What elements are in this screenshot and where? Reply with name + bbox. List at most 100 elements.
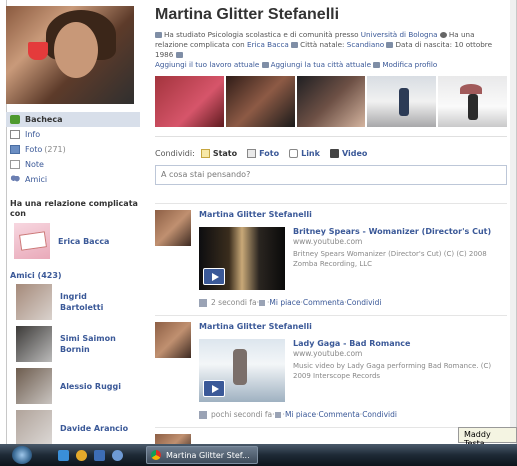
ie-icon[interactable] [58, 450, 69, 461]
friend-name[interactable]: Alessio Ruggi [60, 381, 130, 392]
tooltip: Maddy Testa [458, 427, 517, 448]
strip-photo[interactable] [438, 76, 507, 127]
add-work-link[interactable]: Aggiungi il tuo lavoro attuale [155, 60, 259, 69]
friend-name[interactable]: Davide Arancio [60, 423, 130, 434]
post-avatar[interactable] [155, 210, 191, 246]
link-icon [289, 148, 299, 158]
nav-item-info[interactable]: Info [6, 127, 140, 142]
windows-taskbar: Martina Glitter Stef... [0, 444, 517, 466]
friend-avatar[interactable] [16, 368, 52, 404]
main-column: Martina Glitter Stefanelli Ha studiato P… [155, 6, 507, 464]
strip-photo[interactable] [225, 76, 295, 127]
video-title[interactable]: Lady Gaga - Bad Romance [293, 339, 499, 348]
nav-item-bacheca[interactable]: Bacheca [6, 112, 140, 127]
task-label: Martina Glitter Stef... [166, 450, 250, 460]
photo-count: (271) [44, 145, 66, 154]
video-icon [329, 148, 339, 158]
desktop-icon[interactable] [94, 450, 105, 461]
relationship-title: Ha una relazione complicata con [10, 199, 138, 218]
privacy-icon[interactable] [259, 299, 265, 306]
comment-link[interactable]: Commenta [303, 298, 344, 307]
share-video-button[interactable]: Video [329, 148, 368, 158]
post-actions: 2 secondi fa · · Mi piace · Commenta · C… [199, 298, 499, 307]
city-icon [261, 62, 269, 68]
partner-link[interactable]: Erica Bacca [247, 40, 289, 49]
share-status-button[interactable]: Stato [200, 148, 237, 158]
comment-link[interactable]: Commenta [318, 410, 359, 419]
chrome-icon [151, 450, 161, 460]
share-link-button[interactable]: Link [289, 148, 320, 158]
video-thumbnail[interactable] [199, 227, 285, 290]
nav-item-amici[interactable]: Amici [6, 172, 140, 187]
post-author[interactable]: Martina Glitter Stefanelli [199, 322, 499, 331]
friend-name[interactable]: Simi Saimon Bornin [60, 333, 130, 355]
friend-item[interactable]: Ingrid Bartoletti [6, 282, 140, 322]
friends-icon [10, 175, 20, 184]
friends-title[interactable]: Amici (423) [6, 271, 140, 280]
relationship-avatar[interactable] [14, 223, 50, 259]
left-column: Bacheca Info Foto (271) Note Amici Ha un… [6, 6, 140, 448]
strip-photo[interactable] [155, 76, 224, 127]
nav-item-foto[interactable]: Foto (271) [6, 142, 140, 157]
friend-item[interactable]: Simi Saimon Bornin [6, 324, 140, 364]
video-description: Music video by Lady Gaga performing Bad … [293, 362, 492, 380]
post-avatar[interactable] [155, 322, 191, 358]
chrome-icon[interactable] [76, 450, 87, 461]
friend-item[interactable]: Alessio Ruggi [6, 366, 140, 406]
friend-name[interactable]: Ingrid Bartoletti [60, 291, 130, 313]
edit-profile-link[interactable]: Modifica profilo [382, 60, 437, 69]
nav-item-note[interactable]: Note [6, 157, 140, 172]
strip-photo[interactable] [367, 76, 437, 127]
play-icon[interactable] [203, 268, 225, 285]
play-icon[interactable] [203, 380, 225, 397]
video-url[interactable]: www.youtube.com [293, 349, 499, 358]
add-city-link[interactable]: Aggiungi la tua città attuale [271, 60, 371, 69]
start-button[interactable] [12, 446, 32, 464]
share-link[interactable]: Condividi [362, 410, 397, 419]
friend-avatar[interactable] [16, 284, 52, 320]
nav-label: Info [25, 130, 41, 139]
post-time[interactable]: 2 secondi fa [211, 298, 257, 307]
profile-picture[interactable] [6, 6, 134, 104]
share-bar: Condividi: Stato Foto Link Video [155, 136, 507, 161]
taskbar-window-button[interactable]: Martina Glitter Stef... [146, 446, 258, 464]
heart-icon [439, 32, 447, 38]
relationship-name[interactable]: Erica Bacca [58, 237, 109, 246]
scrollbar[interactable] [510, 0, 516, 444]
share-photo-button[interactable]: Foto [247, 148, 280, 158]
friend-avatar[interactable] [16, 410, 52, 446]
friends-list: Ingrid Bartoletti Simi Saimon Bornin Ale… [6, 282, 140, 448]
hometown-label: Città natale: [300, 40, 345, 49]
info-icon [10, 130, 20, 139]
video-url[interactable]: www.youtube.com [293, 237, 499, 246]
video-attachment: Britney Spears - Womanizer (Director's C… [199, 227, 499, 290]
notes-icon [10, 160, 20, 169]
video-post-icon [199, 298, 207, 307]
share-option-label: Video [341, 148, 368, 158]
share-link[interactable]: Condividi [347, 298, 382, 307]
video-title[interactable]: Britney Spears - Womanizer (Director's C… [293, 227, 499, 236]
like-link[interactable]: Mi piace [269, 298, 300, 307]
video-post-icon [199, 410, 207, 419]
feed-post: Martina Glitter Stefanelli Lady Gaga - B… [155, 316, 507, 428]
hometown-link[interactable]: Scandiano [347, 40, 384, 49]
video-thumbnail[interactable] [199, 339, 285, 402]
education-text: Ha studiato Psicologia scolastica e di c… [164, 30, 359, 39]
video-description: Britney Spears Womanizer (Director's Cut… [293, 250, 487, 268]
education-icon [155, 32, 162, 38]
post-time[interactable]: pochi secondi fa [211, 410, 272, 419]
friend-avatar[interactable] [16, 326, 52, 362]
share-option-label: Foto [259, 148, 280, 158]
privacy-icon[interactable] [274, 411, 281, 418]
friend-item[interactable]: Davide Arancio [6, 408, 140, 448]
status-icon [200, 148, 210, 158]
strip-photo[interactable] [296, 76, 366, 127]
like-link[interactable]: Mi piace [285, 410, 316, 419]
post-author[interactable]: Martina Glitter Stefanelli [199, 210, 499, 219]
status-input[interactable]: A cosa stai pensando? [155, 165, 507, 185]
university-link[interactable]: Università di Bologna [361, 30, 438, 39]
messenger-icon[interactable] [112, 450, 123, 461]
post-actions: pochi secondi fa · · Mi piace · Commenta… [199, 410, 499, 419]
relationship-card[interactable]: Erica Bacca [6, 223, 140, 259]
birth-label: Data di nascita: [395, 40, 453, 49]
